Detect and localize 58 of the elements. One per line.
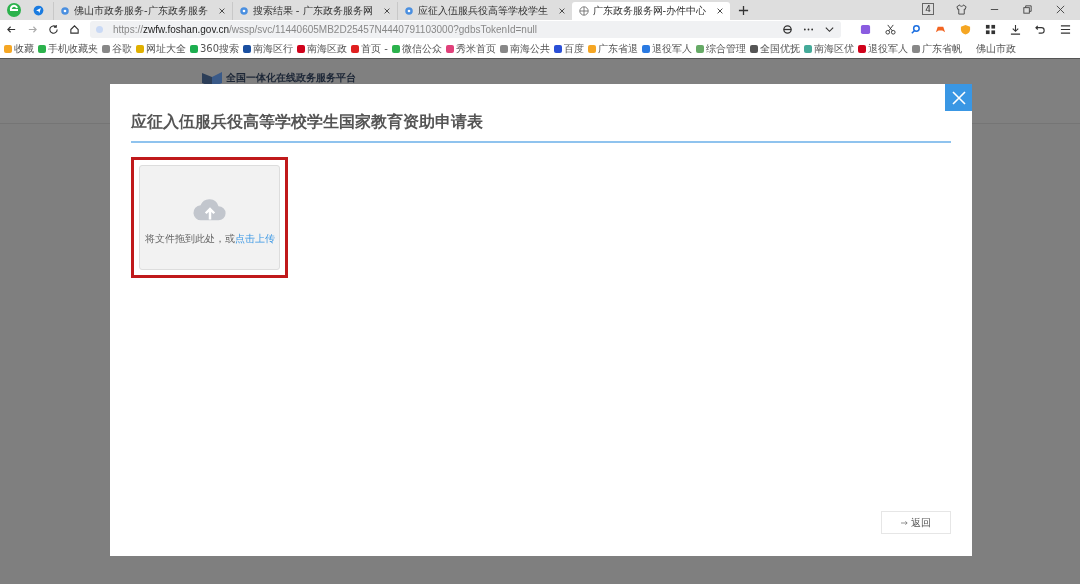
close-icon[interactable] <box>557 7 566 15</box>
tab-title: 应征入伍服兵役高等学校学生 <box>417 4 548 18</box>
home-icon[interactable] <box>69 24 80 35</box>
apps-icon[interactable] <box>985 24 996 35</box>
globe-icon <box>578 6 589 16</box>
bookmark[interactable]: 全国优抚 <box>749 41 800 56</box>
reload-icon[interactable] <box>48 24 59 35</box>
menu-icon[interactable] <box>1060 24 1071 35</box>
shirt-icon[interactable] <box>956 4 967 15</box>
upload-area[interactable]: 将文件拖到此处，或点击上传 <box>139 165 280 270</box>
browser-logo-icon[interactable] <box>6 2 22 18</box>
send-icon[interactable] <box>32 4 45 17</box>
bookmark[interactable]: 360搜索 <box>190 41 240 56</box>
close-icon[interactable] <box>382 7 391 15</box>
bookmark[interactable]: 秀米首页 <box>445 41 496 56</box>
bookmark[interactable]: 广东省退 <box>587 41 638 56</box>
restore-icon[interactable] <box>1022 4 1033 15</box>
close-icon[interactable] <box>217 7 226 15</box>
bookmark[interactable]: 微信公众 <box>391 41 442 56</box>
upload-hint: 将文件拖到此处，或 <box>144 231 235 246</box>
bookmark[interactable]: 综合管理 <box>695 41 746 56</box>
chevron-down-icon[interactable] <box>824 24 835 35</box>
tab-title: 搜索结果 - 广东政务服务网 <box>252 4 373 18</box>
close-icon <box>951 90 966 105</box>
bookmark[interactable]: 南海公共 <box>499 41 550 56</box>
undo-icon[interactable] <box>1035 24 1046 35</box>
bookmark[interactable]: 收藏 <box>4 41 34 56</box>
new-tab-icon[interactable] <box>738 5 750 16</box>
bookmark[interactable]: 网址大全 <box>136 41 186 56</box>
bookmark[interactable]: 南海区优 <box>803 41 854 56</box>
dialog-title: 应征入伍服兵役高等学校学生国家教育资助申请表 <box>131 112 951 143</box>
back-button[interactable]: 返回 <box>881 511 951 534</box>
bookmark[interactable]: 首页 - <box>351 41 388 56</box>
gamepad-icon[interactable] <box>935 24 946 35</box>
scissors-icon[interactable] <box>885 24 896 35</box>
bookmark[interactable]: 退役军人 <box>641 41 692 56</box>
tab-title: 佛山市政务服务-广东政务服务 <box>74 4 208 18</box>
extension-icon[interactable] <box>860 24 871 35</box>
bookmark[interactable]: 退役军人 <box>857 41 908 56</box>
bookmark[interactable]: 广东省帆 <box>911 41 962 56</box>
close-button[interactable] <box>945 84 972 111</box>
browser-tab[interactable]: 广东政务服务网-办件中心 <box>571 2 731 20</box>
download-icon[interactable] <box>1010 24 1021 35</box>
bookmark[interactable]: 佛山市政 <box>965 41 1016 56</box>
bookmark[interactable]: 南海区行 <box>243 41 294 56</box>
close-icon[interactable] <box>1055 4 1066 15</box>
bookmark[interactable]: 手机收藏夹 <box>38 41 98 56</box>
address-bar[interactable]: https://zwfw.foshan.gov.cn/wssp/svc/11440605MB2D25457N4440791103000?gdbsTokenId=null <box>90 21 841 38</box>
arrow-right-icon <box>901 519 908 526</box>
bookmark[interactable]: 百度 <box>553 41 584 56</box>
close-icon[interactable] <box>716 7 725 15</box>
bookmark[interactable]: 谷歌 <box>102 41 132 56</box>
search-icon[interactable] <box>910 24 921 35</box>
back-icon[interactable] <box>6 24 17 35</box>
platform-name: 全国一体化在线政务服务平台 <box>226 71 356 85</box>
tab-title: 广东政务服务网-办件中心 <box>592 4 707 18</box>
bookmark[interactable]: 南海区政 <box>297 41 348 56</box>
tab-count[interactable]: 4 <box>922 3 934 15</box>
